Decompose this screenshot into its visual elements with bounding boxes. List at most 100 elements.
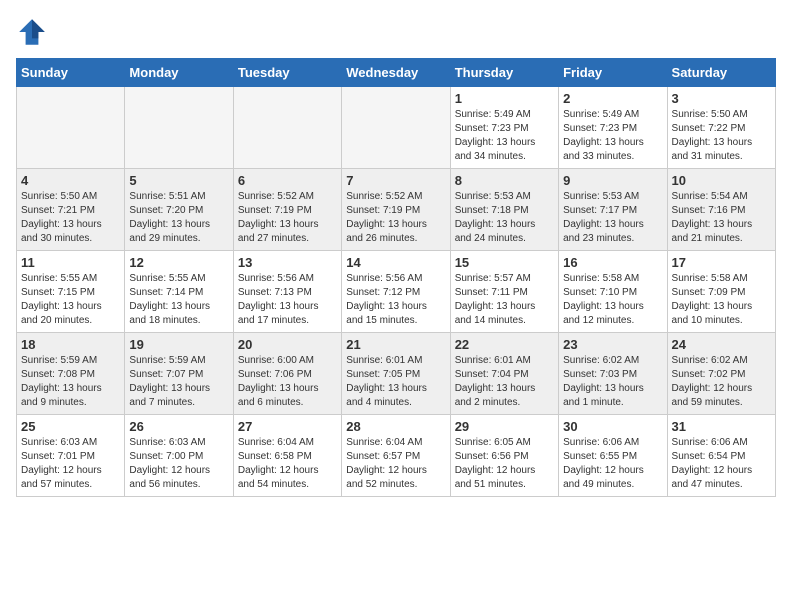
day-info: Sunrise: 5:54 AM Sunset: 7:16 PM Dayligh…	[672, 190, 771, 246]
calendar-cell: 12 Sunrise: 5:55 AM Sunset: 7:14 PM Dayli…	[125, 251, 233, 333]
day-number: 8	[455, 173, 554, 188]
day-info: Sunrise: 6:02 AM Sunset: 7:03 PM Dayligh…	[563, 354, 662, 410]
day-info: Sunrise: 5:58 AM Sunset: 7:10 PM Dayligh…	[563, 272, 662, 328]
calendar-cell: 23 Sunrise: 6:02 AM Sunset: 7:03 PM Dayli…	[559, 333, 667, 415]
calendar-cell: 19 Sunrise: 5:59 AM Sunset: 7:07 PM Dayli…	[125, 333, 233, 415]
day-info: Sunrise: 5:52 AM Sunset: 7:19 PM Dayligh…	[238, 190, 337, 246]
day-info: Sunrise: 5:50 AM Sunset: 7:21 PM Dayligh…	[21, 190, 120, 246]
day-number: 2	[563, 91, 662, 106]
week-row-3: 11Sunrise: 5:55 AM Sunset: 7:15 PM Dayli…	[17, 251, 776, 333]
day-number: 9	[563, 173, 662, 188]
day-info: Sunrise: 5:52 AM Sunset: 7:19 PM Dayligh…	[346, 190, 445, 246]
calendar-cell: 27 Sunrise: 6:04 AM Sunset: 6:58 PM Dayli…	[233, 415, 341, 497]
day-info: Sunrise: 5:55 AM Sunset: 7:15 PM Dayligh…	[21, 272, 120, 328]
day-number: 28	[346, 419, 445, 434]
calendar-cell: 26 Sunrise: 6:03 AM Sunset: 7:00 PM Dayli…	[125, 415, 233, 497]
calendar-cell: 18 Sunrise: 5:59 AM Sunset: 7:08 PM Dayli…	[17, 333, 125, 415]
day-info: Sunrise: 6:03 AM Sunset: 7:01 PM Dayligh…	[21, 436, 120, 492]
day-info: Sunrise: 5:56 AM Sunset: 7:12 PM Dayligh…	[346, 272, 445, 328]
day-info: Sunrise: 5:53 AM Sunset: 7:17 PM Dayligh…	[563, 190, 662, 246]
day-info: Sunrise: 5:51 AM Sunset: 7:20 PM Dayligh…	[129, 190, 228, 246]
day-number: 10	[672, 173, 771, 188]
calendar-cell: 9 Sunrise: 5:53 AM Sunset: 7:17 PM Daylig…	[559, 169, 667, 251]
header-tuesday: Tuesday	[233, 59, 341, 87]
calendar-cell: 25 Sunrise: 6:03 AM Sunset: 7:01 PM Dayli…	[17, 415, 125, 497]
day-info: Sunrise: 6:02 AM Sunset: 7:02 PM Dayligh…	[672, 354, 771, 410]
day-info: Sunrise: 5:58 AM Sunset: 7:09 PM Dayligh…	[672, 272, 771, 328]
day-number: 13	[238, 255, 337, 270]
day-number: 7	[346, 173, 445, 188]
calendar-cell: 5 Sunrise: 5:51 AM Sunset: 7:20 PM Daylig…	[125, 169, 233, 251]
day-number: 25	[21, 419, 120, 434]
calendar-cell: 8 Sunrise: 5:53 AM Sunset: 7:18 PM Daylig…	[450, 169, 558, 251]
calendar-cell	[17, 87, 125, 169]
day-info: Sunrise: 6:01 AM Sunset: 7:04 PM Dayligh…	[455, 354, 554, 410]
day-number: 14	[346, 255, 445, 270]
header-saturday: Saturday	[667, 59, 775, 87]
day-number: 27	[238, 419, 337, 434]
day-number: 31	[672, 419, 771, 434]
day-info: Sunrise: 6:03 AM Sunset: 7:00 PM Dayligh…	[129, 436, 228, 492]
calendar-cell: 16Sunrise: 5:58 AM Sunset: 7:10 PM Dayli…	[559, 251, 667, 333]
calendar-cell: 2 Sunrise: 5:49 AM Sunset: 7:23 PM Daylig…	[559, 87, 667, 169]
day-number: 23	[563, 337, 662, 352]
calendar-cell: 4 Sunrise: 5:50 AM Sunset: 7:21 PM Daylig…	[17, 169, 125, 251]
calendar-cell: 14 Sunrise: 5:56 AM Sunset: 7:12 PM Dayli…	[342, 251, 450, 333]
day-number: 18	[21, 337, 120, 352]
header-sunday: Sunday	[17, 59, 125, 87]
calendar-cell	[342, 87, 450, 169]
calendar-cell	[233, 87, 341, 169]
day-info: Sunrise: 6:04 AM Sunset: 6:58 PM Dayligh…	[238, 436, 337, 492]
calendar-cell: 31 Sunrise: 6:06 AM Sunset: 6:54 PM Dayli…	[667, 415, 775, 497]
calendar-cell: 10 Sunrise: 5:54 AM Sunset: 7:16 PM Dayli…	[667, 169, 775, 251]
day-info: Sunrise: 5:56 AM Sunset: 7:13 PM Dayligh…	[238, 272, 337, 328]
header-thursday: Thursday	[450, 59, 558, 87]
day-number: 4	[21, 173, 120, 188]
calendar-cell: 3 Sunrise: 5:50 AM Sunset: 7:22 PM Daylig…	[667, 87, 775, 169]
week-row-4: 18 Sunrise: 5:59 AM Sunset: 7:08 PM Dayli…	[17, 333, 776, 415]
day-info: Sunrise: 5:55 AM Sunset: 7:14 PM Dayligh…	[129, 272, 228, 328]
day-number: 5	[129, 173, 228, 188]
day-number: 3	[672, 91, 771, 106]
calendar-cell: 11Sunrise: 5:55 AM Sunset: 7:15 PM Dayli…	[17, 251, 125, 333]
day-number: 17	[672, 255, 771, 270]
day-number: 1	[455, 91, 554, 106]
day-number: 19	[129, 337, 228, 352]
header-wednesday: Wednesday	[342, 59, 450, 87]
day-info: Sunrise: 6:06 AM Sunset: 6:54 PM Dayligh…	[672, 436, 771, 492]
day-number: 21	[346, 337, 445, 352]
calendar-table: SundayMondayTuesdayWednesdayThursdayFrid…	[16, 58, 776, 497]
calendar-cell: 30Sunrise: 6:06 AM Sunset: 6:55 PM Dayli…	[559, 415, 667, 497]
calendar-header-row: SundayMondayTuesdayWednesdayThursdayFrid…	[17, 59, 776, 87]
day-info: Sunrise: 6:00 AM Sunset: 7:06 PM Dayligh…	[238, 354, 337, 410]
day-info: Sunrise: 6:05 AM Sunset: 6:56 PM Dayligh…	[455, 436, 554, 492]
day-info: Sunrise: 5:49 AM Sunset: 7:23 PM Dayligh…	[563, 108, 662, 164]
day-number: 24	[672, 337, 771, 352]
day-info: Sunrise: 5:50 AM Sunset: 7:22 PM Dayligh…	[672, 108, 771, 164]
calendar-cell: 22 Sunrise: 6:01 AM Sunset: 7:04 PM Dayli…	[450, 333, 558, 415]
header-friday: Friday	[559, 59, 667, 87]
day-number: 12	[129, 255, 228, 270]
logo	[16, 16, 52, 48]
week-row-5: 25 Sunrise: 6:03 AM Sunset: 7:01 PM Dayli…	[17, 415, 776, 497]
day-info: Sunrise: 5:59 AM Sunset: 7:07 PM Dayligh…	[129, 354, 228, 410]
calendar-cell: 7 Sunrise: 5:52 AM Sunset: 7:19 PM Daylig…	[342, 169, 450, 251]
calendar-cell: 20Sunrise: 6:00 AM Sunset: 7:06 PM Dayli…	[233, 333, 341, 415]
day-number: 26	[129, 419, 228, 434]
day-info: Sunrise: 5:49 AM Sunset: 7:23 PM Dayligh…	[455, 108, 554, 164]
day-info: Sunrise: 6:04 AM Sunset: 6:57 PM Dayligh…	[346, 436, 445, 492]
calendar-cell: 17 Sunrise: 5:58 AM Sunset: 7:09 PM Dayli…	[667, 251, 775, 333]
week-row-1: 1 Sunrise: 5:49 AM Sunset: 7:23 PM Daylig…	[17, 87, 776, 169]
day-info: Sunrise: 5:59 AM Sunset: 7:08 PM Dayligh…	[21, 354, 120, 410]
day-info: Sunrise: 6:06 AM Sunset: 6:55 PM Dayligh…	[563, 436, 662, 492]
day-number: 22	[455, 337, 554, 352]
day-info: Sunrise: 6:01 AM Sunset: 7:05 PM Dayligh…	[346, 354, 445, 410]
logo-icon	[16, 16, 48, 48]
day-info: Sunrise: 5:53 AM Sunset: 7:18 PM Dayligh…	[455, 190, 554, 246]
day-number: 6	[238, 173, 337, 188]
page-header	[16, 16, 776, 48]
calendar-cell: 24 Sunrise: 6:02 AM Sunset: 7:02 PM Dayli…	[667, 333, 775, 415]
day-number: 29	[455, 419, 554, 434]
header-monday: Monday	[125, 59, 233, 87]
calendar-cell: 28 Sunrise: 6:04 AM Sunset: 6:57 PM Dayli…	[342, 415, 450, 497]
